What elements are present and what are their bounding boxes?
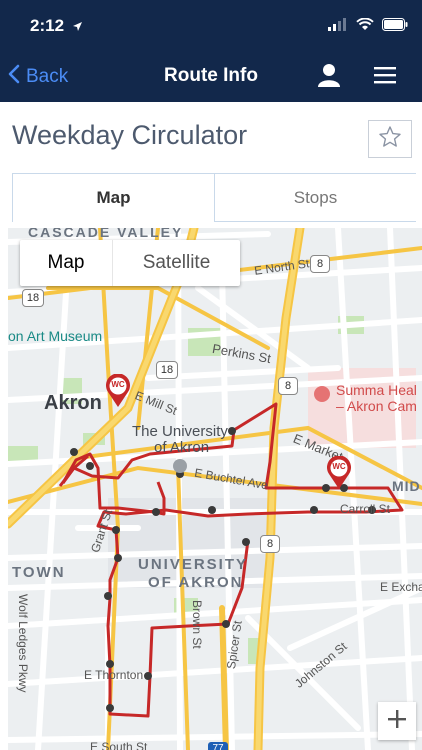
route-map[interactable]: 18 18 8 8 8 77 CASCADE VALLEY E North St… [8,228,422,750]
label-university-1: The University [132,423,228,440]
label-town: TOWN [12,564,66,581]
favorite-button[interactable] [368,120,412,158]
label-carroll-st: Carroll St [340,502,391,516]
route-name: Weekday Circulator [12,120,248,150]
route-18-shield-a: 18 [22,288,44,307]
user-icon [318,64,340,91]
tab-bar: Map Stops [12,173,416,222]
label-summa-1: Summa Heal [336,382,417,398]
interstate-77-shield: 77 [208,738,228,750]
map-type-map-button[interactable]: Map [20,240,112,286]
status-time: 2:12 [30,16,65,35]
location-arrow-icon [72,19,83,37]
map-type-satellite-button[interactable]: Satellite [112,240,240,286]
tab-map[interactable]: Map [12,174,215,222]
route-header: Weekday Circulator [0,102,422,172]
route-8-shield-b: 8 [278,376,298,395]
menu-button[interactable] [374,66,396,89]
route-marker-wc-east[interactable]: WC [326,455,352,495]
label-e-south-st: E South St [90,740,148,750]
label-brown-st: Brown St [190,600,204,649]
wifi-icon [356,17,374,36]
label-wolf-ledges: Wolf Ledges Pkwy [16,594,30,693]
signal-icon [328,18,348,36]
route-8-shield-c: 8 [260,534,280,553]
label-akron: Akron [44,392,102,414]
battery-icon [382,18,408,36]
tab-stops[interactable]: Stops [215,174,416,222]
route-18-shield-b: 18 [156,360,178,379]
user-button[interactable] [318,63,340,92]
route-marker-wc-west[interactable]: WC [105,373,131,413]
status-bar: 2:12 [0,0,422,52]
plus-icon [387,709,407,734]
nav-bar: Back Route Info [0,52,422,102]
label-e-thornton: E Thornton [84,668,144,682]
label-e-exchange: E Excha [380,580,422,594]
star-outline-icon [378,125,402,154]
label-ua-1: UNIVERSITY [138,556,249,573]
map-canvas [8,228,422,750]
label-art-museum: on Art Museum [8,328,103,344]
route-8-shield-a: 8 [310,254,330,273]
map-type-control: Map Satellite [20,240,240,286]
status-icons [328,17,408,36]
label-ua-2: OF AKRON [148,574,244,591]
label-mid: MID [392,478,421,494]
label-summa-2: – Akron Cam [336,398,417,414]
hamburger-icon [374,67,396,88]
label-university-2: of Akron [154,439,210,456]
zoom-in-button[interactable] [378,702,416,740]
page-title: Route Info [164,65,258,86]
label-cascade-valley: CASCADE VALLEY [28,228,184,240]
